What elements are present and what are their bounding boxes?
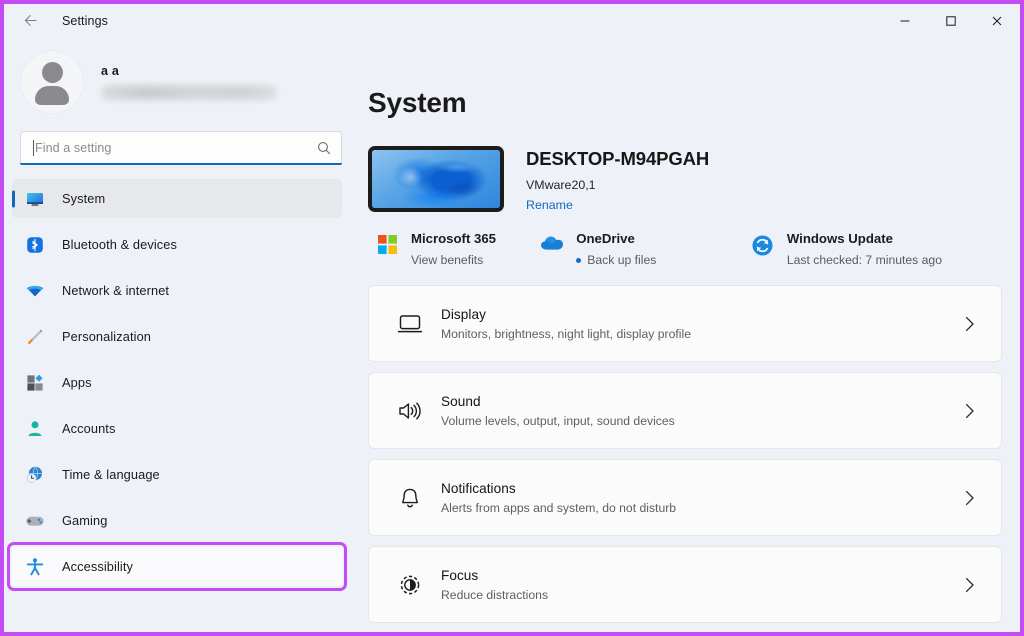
settings-card-notifications[interactable]: Notifications Alerts from apps and syste…	[368, 459, 1002, 536]
quick-link-subtitle-text: Last checked: 7 minutes ago	[786, 253, 942, 267]
sidebar-item-label: Network & internet	[62, 283, 170, 298]
settings-card-focus[interactable]: Focus Reduce distractions	[368, 546, 1002, 623]
sidebar-item-personalization[interactable]: Personalization	[12, 317, 342, 356]
device-name: DESKTOP-M94PGAH	[526, 148, 710, 169]
card-subtitle: Monitors, brightness, night light, displ…	[441, 326, 691, 341]
onedrive-cloud-icon	[537, 230, 567, 252]
gamepad-icon	[24, 510, 46, 532]
search-icon[interactable]	[317, 141, 331, 155]
sidebar-item-label: Gaming	[62, 513, 108, 528]
device-thumbnail	[368, 146, 504, 212]
focus-icon	[393, 573, 427, 597]
account-name: a a	[101, 64, 119, 78]
sidebar-item-apps[interactable]: Apps	[12, 363, 342, 402]
sidebar-item-label: Apps	[62, 375, 92, 390]
maximize-icon	[946, 15, 956, 26]
search-placeholder: Find a setting	[35, 141, 112, 155]
sidebar-item-label: Time & language	[62, 467, 160, 482]
sidebar: a a Find a setting System Bluetooth & de…	[4, 37, 360, 632]
settings-card-display[interactable]: Display Monitors, brightness, night ligh…	[368, 285, 1002, 362]
minimize-icon	[900, 20, 910, 21]
sidebar-item-label: Accounts	[62, 421, 116, 436]
sidebar-item-gaming[interactable]: Gaming	[12, 501, 342, 540]
avatar-head	[41, 61, 63, 83]
sidebar-item-label: Bluetooth & devices	[62, 237, 178, 252]
card-title: Notifications	[441, 480, 516, 496]
quick-link-subtitle: Last checked: 7 minutes ago	[787, 253, 942, 267]
chevron-right-icon[interactable]	[959, 402, 979, 420]
chevron-right-icon[interactable]	[959, 489, 979, 507]
chevron-right-icon[interactable]	[959, 315, 979, 333]
sidebar-item-accounts[interactable]: Accounts	[12, 409, 342, 448]
sidebar-item-accessibility[interactable]: Accessibility	[7, 542, 347, 591]
person-icon	[24, 418, 46, 440]
settings-cards: Display Monitors, brightness, night ligh…	[368, 285, 1002, 623]
bluetooth-icon	[24, 234, 46, 256]
sidebar-item-bluetooth-devices[interactable]: Bluetooth & devices	[12, 225, 342, 264]
back-button[interactable]	[10, 6, 50, 36]
search-focus-underline	[20, 163, 342, 165]
speaker-icon	[393, 399, 427, 423]
microsoft-logo-icon	[372, 230, 402, 255]
close-icon	[992, 16, 1002, 25]
account-email-redacted	[101, 85, 277, 100]
card-subtitle: Alerts from apps and system, do not dist…	[441, 500, 677, 515]
quick-link-microsoft-365[interactable]: Microsoft 365 View benefits	[372, 230, 537, 267]
search-section: Find a setting	[4, 123, 360, 165]
sidebar-item-system[interactable]: System	[12, 179, 342, 218]
chevron-right-icon[interactable]	[959, 576, 979, 594]
card-title: Display	[441, 306, 486, 322]
status-dot-icon	[576, 257, 582, 263]
monitor-icon	[24, 188, 46, 210]
sidebar-item-label: Personalization	[62, 329, 151, 344]
avatar	[20, 50, 84, 114]
app-title: Settings	[62, 13, 108, 28]
sidebar-item-label: System	[62, 191, 106, 206]
quick-link-subtitle-text: View benefits	[411, 253, 484, 267]
text-caret	[33, 140, 34, 156]
card-title: Focus	[441, 567, 479, 583]
page-title: System	[368, 87, 467, 118]
main-content: System DESKTOP-M94PGAH VMware20,1 Rename	[360, 37, 1020, 632]
rename-link[interactable]: Rename	[526, 198, 573, 212]
settings-card-sound[interactable]: Sound Volume levels, output, input, soun…	[368, 372, 1002, 449]
quick-link-title: Microsoft 365	[411, 231, 497, 246]
quick-link-title: OneDrive	[576, 231, 635, 246]
maximize-button[interactable]	[928, 4, 974, 37]
accessibility-icon	[24, 556, 46, 578]
windows-bloom-wallpaper-icon	[372, 150, 500, 208]
device-model: VMware20,1	[526, 178, 596, 192]
card-subtitle: Reduce distractions	[441, 587, 549, 602]
settings-window: Settings a a Find a setting System Bluet…	[4, 4, 1020, 632]
account-section[interactable]: a a	[4, 37, 360, 123]
paintbrush-icon	[24, 326, 46, 348]
card-subtitle: Volume levels, output, input, sound devi…	[441, 413, 675, 428]
sidebar-item-label: Accessibility	[62, 559, 133, 574]
device-header: DESKTOP-M94PGAH VMware20,1 Rename	[368, 146, 1002, 214]
quick-link-windows-update[interactable]: Windows Update Last checked: 7 minutes a…	[748, 230, 1002, 267]
title-bar: Settings	[4, 4, 1020, 37]
sidebar-item-network-internet[interactable]: Network & internet	[12, 271, 342, 310]
quick-link-subtitle-text: Back up files	[587, 253, 657, 267]
quick-link-onedrive[interactable]: OneDrive Back up files	[537, 230, 748, 267]
quick-links-row: Microsoft 365 View benefits OneDrive Bac…	[372, 230, 1002, 267]
bell-icon	[393, 486, 427, 510]
card-title: Sound	[441, 393, 481, 409]
close-button[interactable]	[974, 4, 1020, 37]
quick-link-title: Windows Update	[786, 231, 893, 246]
search-input[interactable]: Find a setting	[20, 131, 342, 165]
avatar-body	[35, 85, 69, 105]
apps-icon	[24, 372, 46, 394]
minimize-button[interactable]	[882, 4, 928, 37]
window-controls	[882, 4, 1020, 37]
quick-link-subtitle: View benefits	[411, 253, 496, 267]
windows-update-icon	[748, 230, 778, 257]
wifi-icon	[24, 280, 46, 302]
display-monitor-icon	[393, 312, 427, 336]
clock-globe-icon	[24, 464, 46, 486]
sidebar-item-time-language[interactable]: Time & language	[12, 455, 342, 494]
back-arrow-icon	[24, 15, 37, 26]
sidebar-nav: System Bluetooth & devices Network & int…	[4, 179, 360, 632]
quick-link-subtitle: Back up files	[576, 253, 656, 267]
